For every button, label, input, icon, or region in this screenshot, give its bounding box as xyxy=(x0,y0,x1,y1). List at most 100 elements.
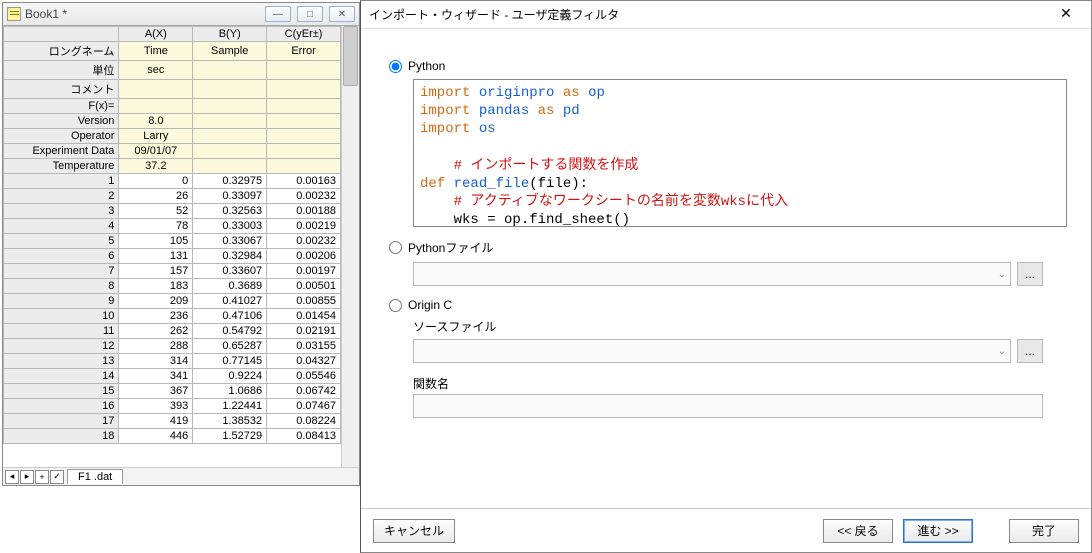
meta-cell[interactable] xyxy=(193,144,267,159)
data-cell[interactable]: 0.33097 xyxy=(193,189,267,204)
row-number[interactable]: 5 xyxy=(4,234,119,249)
data-cell[interactable]: 1.52729 xyxy=(193,429,267,444)
close-button[interactable]: ✕ xyxy=(329,6,355,22)
meta-cell[interactable] xyxy=(267,99,341,114)
data-cell[interactable]: 0.41027 xyxy=(193,294,267,309)
data-cell[interactable]: 262 xyxy=(119,324,193,339)
row-number[interactable]: 8 xyxy=(4,279,119,294)
row-number[interactable]: 13 xyxy=(4,354,119,369)
python-code-textarea[interactable]: import originpro as op import pandas as … xyxy=(413,79,1067,227)
tab-add-button[interactable]: + xyxy=(35,470,49,484)
data-cell[interactable]: 0.32975 xyxy=(193,174,267,189)
data-cell[interactable]: 0.02191 xyxy=(267,324,341,339)
meta-cell[interactable] xyxy=(267,129,341,144)
data-cell[interactable]: 0.00232 xyxy=(267,234,341,249)
data-cell[interactable]: 0 xyxy=(119,174,193,189)
vertical-scrollbar[interactable] xyxy=(341,26,359,467)
row-number[interactable]: 3 xyxy=(4,204,119,219)
data-cell[interactable]: 0.32984 xyxy=(193,249,267,264)
data-cell[interactable]: 0.32563 xyxy=(193,204,267,219)
data-cell[interactable]: 0.47106 xyxy=(193,309,267,324)
tab-menu-button[interactable]: ✓ xyxy=(50,470,64,484)
data-cell[interactable]: 393 xyxy=(119,399,193,414)
meta-cell[interactable] xyxy=(267,144,341,159)
radio-pythonfile[interactable] xyxy=(389,241,402,254)
data-cell[interactable]: 288 xyxy=(119,339,193,354)
meta-cell[interactable] xyxy=(267,80,341,99)
data-cell[interactable]: 1.22441 xyxy=(193,399,267,414)
col-header-c[interactable]: C(yEr±) xyxy=(267,27,341,42)
radio-originc-row[interactable]: Origin C xyxy=(389,298,1043,312)
data-cell[interactable]: 0.33607 xyxy=(193,264,267,279)
data-cell[interactable]: 0.9224 xyxy=(193,369,267,384)
row-number[interactable]: 1 xyxy=(4,174,119,189)
data-cell[interactable]: 0.06742 xyxy=(267,384,341,399)
data-cell[interactable]: 0.00206 xyxy=(267,249,341,264)
meta-cell[interactable] xyxy=(193,129,267,144)
data-cell[interactable]: 209 xyxy=(119,294,193,309)
data-cell[interactable]: 0.54792 xyxy=(193,324,267,339)
data-cell[interactable]: 0.05546 xyxy=(267,369,341,384)
row-header[interactable]: F(x)= xyxy=(4,99,119,114)
row-header[interactable]: Temperature xyxy=(4,159,119,174)
dialog-titlebar[interactable]: インポート・ウィザード - ユーザ定義フィルタ ✕ xyxy=(361,1,1091,29)
data-cell[interactable]: 236 xyxy=(119,309,193,324)
row-number[interactable]: 16 xyxy=(4,399,119,414)
data-cell[interactable]: 1.38532 xyxy=(193,414,267,429)
row-number[interactable]: 17 xyxy=(4,414,119,429)
row-header[interactable]: ロングネーム xyxy=(4,42,119,61)
dialog-close-button[interactable]: ✕ xyxy=(1049,5,1083,25)
data-cell[interactable]: 0.77145 xyxy=(193,354,267,369)
meta-cell[interactable] xyxy=(193,99,267,114)
data-cell[interactable]: 367 xyxy=(119,384,193,399)
row-number[interactable]: 2 xyxy=(4,189,119,204)
data-cell[interactable]: 157 xyxy=(119,264,193,279)
worksheet-grid[interactable]: A(X) B(Y) C(yEr±) ロングネームTimeSampleError単… xyxy=(3,26,341,467)
tab-prev-button[interactable]: ▸ xyxy=(20,470,34,484)
sourcefile-select[interactable]: ⌄ xyxy=(413,339,1011,363)
meta-cell[interactable] xyxy=(267,61,341,80)
col-header-b[interactable]: B(Y) xyxy=(193,27,267,42)
data-cell[interactable]: 0.08413 xyxy=(267,429,341,444)
corner-cell[interactable] xyxy=(4,27,119,42)
radio-pythonfile-row[interactable]: Pythonファイル xyxy=(389,239,1043,256)
finish-button[interactable]: 完了 xyxy=(1009,519,1079,543)
data-cell[interactable]: 183 xyxy=(119,279,193,294)
col-header-a[interactable]: A(X) xyxy=(119,27,193,42)
meta-cell[interactable]: Error xyxy=(267,42,341,61)
data-cell[interactable]: 341 xyxy=(119,369,193,384)
data-cell[interactable]: 446 xyxy=(119,429,193,444)
row-number[interactable]: 10 xyxy=(4,309,119,324)
meta-cell[interactable] xyxy=(193,114,267,129)
data-cell[interactable]: 0.08224 xyxy=(267,414,341,429)
cancel-button[interactable]: キャンセル xyxy=(373,519,455,543)
row-header[interactable]: コメント xyxy=(4,80,119,99)
data-cell[interactable]: 0.00188 xyxy=(267,204,341,219)
row-number[interactable]: 7 xyxy=(4,264,119,279)
sourcefile-browse-button[interactable]: ... xyxy=(1017,339,1043,363)
data-cell[interactable]: 419 xyxy=(119,414,193,429)
data-cell[interactable]: 52 xyxy=(119,204,193,219)
maximize-button[interactable]: □ xyxy=(297,6,323,22)
radio-originc[interactable] xyxy=(389,299,402,312)
row-number[interactable]: 18 xyxy=(4,429,119,444)
meta-cell[interactable] xyxy=(119,80,193,99)
data-cell[interactable]: 0.65287 xyxy=(193,339,267,354)
row-header[interactable]: Experiment Data xyxy=(4,144,119,159)
row-number[interactable]: 14 xyxy=(4,369,119,384)
data-cell[interactable]: 0.3689 xyxy=(193,279,267,294)
meta-cell[interactable]: 8.0 xyxy=(119,114,193,129)
data-cell[interactable]: 0.07467 xyxy=(267,399,341,414)
meta-cell[interactable]: Time xyxy=(119,42,193,61)
pythonfile-browse-button[interactable]: ... xyxy=(1017,262,1043,286)
data-cell[interactable]: 0.00501 xyxy=(267,279,341,294)
data-cell[interactable]: 0.00219 xyxy=(267,219,341,234)
minimize-button[interactable]: — xyxy=(265,6,291,22)
data-cell[interactable]: 78 xyxy=(119,219,193,234)
data-cell[interactable]: 1.0686 xyxy=(193,384,267,399)
meta-cell[interactable]: sec xyxy=(119,61,193,80)
scrollbar-thumb[interactable] xyxy=(343,26,358,86)
row-number[interactable]: 11 xyxy=(4,324,119,339)
radio-python[interactable] xyxy=(389,60,402,73)
next-button[interactable]: 進む >> xyxy=(903,519,973,543)
